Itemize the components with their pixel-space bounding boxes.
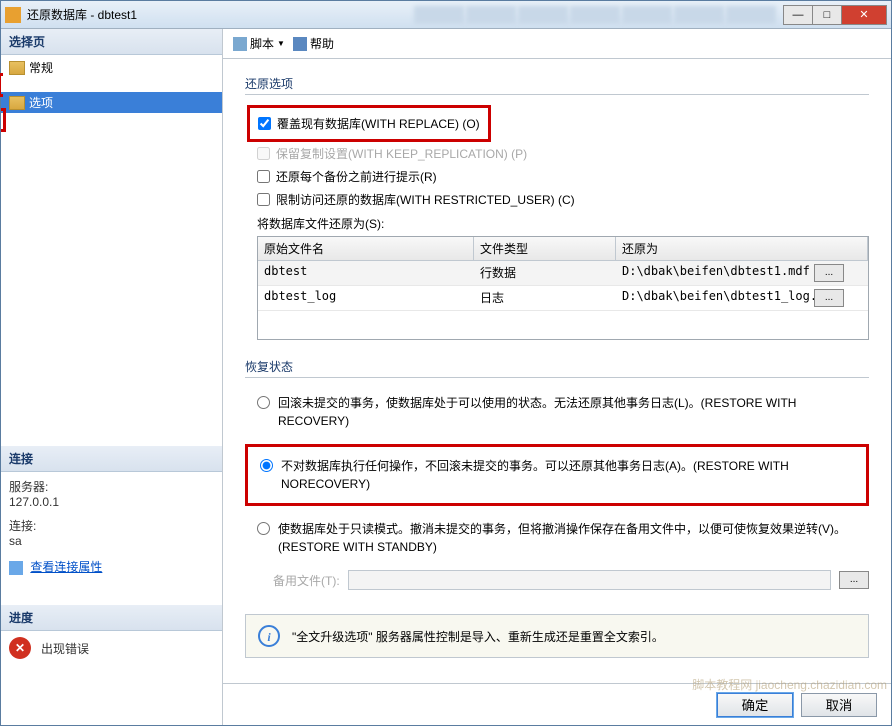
progress-status-text: 出现错误: [41, 640, 89, 657]
col-header-path[interactable]: 还原为: [616, 237, 868, 260]
window-title: 还原数据库 - dbtest1: [27, 6, 414, 23]
sidebar: 选择页 常规 选项 连接 服务器: 127.0.0.1 连接:: [1, 29, 223, 725]
info-icon: i: [258, 625, 280, 647]
progress-header: 进度: [1, 605, 222, 631]
info-box: i "全文升级选项" 服务器属性控制是导入、重新生成还是重置全文索引。: [245, 614, 869, 658]
prompt-each-label[interactable]: 还原每个备份之前进行提示(R): [276, 168, 437, 185]
minimize-button[interactable]: —: [783, 5, 813, 25]
recovery-label-1[interactable]: 回滚未提交的事务，使数据库处于可以使用的状态。无法还原其他事务日志(L)。(RE…: [278, 394, 869, 430]
file-name-cell: dbtest_log: [258, 286, 474, 310]
recovery-label-2[interactable]: 不对数据库执行任何操作，不回滚未提交的事务。可以还原其他事务日志(A)。(RES…: [281, 457, 858, 493]
close-button[interactable]: ✕: [841, 5, 887, 25]
server-label: 服务器:: [9, 478, 214, 495]
view-connection-link[interactable]: 查看连接属性: [30, 560, 102, 574]
chevron-down-icon: ▼: [277, 39, 285, 48]
page-icon: [9, 61, 25, 75]
page-icon: [9, 96, 25, 110]
backup-file-label: 备用文件(T):: [273, 572, 340, 589]
ok-button[interactable]: 确定: [717, 693, 793, 717]
prompt-each-checkbox[interactable]: [257, 170, 270, 183]
table-row[interactable]: dbtest_log 日志 D:\dbak\beifen\dbtest1_log…: [258, 286, 868, 311]
sidebar-item-general[interactable]: 常规: [1, 57, 222, 78]
keep-replication-label: 保留复制设置(WITH KEEP_REPLICATION) (P): [276, 145, 527, 162]
conn-value: sa: [9, 534, 214, 548]
info-text: "全文升级选项" 服务器属性控制是导入、重新生成还是重置全文索引。: [292, 628, 664, 645]
script-label: 脚本: [250, 35, 274, 52]
recovery-radio-standby[interactable]: [257, 522, 270, 535]
background-tabs: [414, 6, 776, 24]
restore-options-title: 还原选项: [245, 75, 869, 92]
recovery-radio-norecovery[interactable]: [260, 459, 273, 472]
server-value: 127.0.0.1: [9, 495, 214, 509]
sidebar-item-options[interactable]: 选项: [1, 92, 222, 113]
browse-button[interactable]: ...: [814, 264, 844, 282]
cancel-button[interactable]: 取消: [801, 693, 877, 717]
help-button[interactable]: 帮助: [293, 35, 334, 52]
script-icon: [233, 37, 247, 51]
help-label: 帮助: [310, 35, 334, 52]
file-table: 原始文件名 文件类型 还原为 dbtest 行数据 D:\dbak\beifen…: [257, 236, 869, 340]
restricted-checkbox[interactable]: [257, 193, 270, 206]
toolbar: 脚本 ▼ 帮助: [223, 29, 891, 59]
overwrite-checkbox[interactable]: [258, 117, 271, 130]
table-row[interactable]: dbtest 行数据 D:\dbak\beifen\dbtest1.mdf ..…: [258, 261, 868, 286]
recovery-label-3[interactable]: 使数据库处于只读模式。撤消未提交的事务，但将撤消操作保存在备用文件中，以便可使恢…: [278, 520, 869, 556]
backup-file-browse[interactable]: ...: [839, 571, 869, 589]
browse-button[interactable]: ...: [814, 289, 844, 307]
properties-icon: [9, 561, 23, 575]
sidebar-item-label: 常规: [29, 59, 53, 76]
progress-status-block: ✕ 出现错误: [1, 631, 222, 665]
select-page-header: 选择页: [1, 29, 222, 55]
conn-label: 连接:: [9, 517, 214, 534]
recovery-radio-recovery[interactable]: [257, 396, 270, 409]
file-path-cell: D:\dbak\beifen\dbtest1.mdf: [616, 261, 808, 285]
file-type-cell: 日志: [474, 286, 616, 310]
maximize-button[interactable]: □: [812, 5, 842, 25]
sidebar-item-label: 选项: [29, 94, 53, 111]
connection-header: 连接: [1, 446, 222, 472]
script-button[interactable]: 脚本 ▼: [233, 35, 285, 52]
titlebar: 还原数据库 - dbtest1 — □ ✕: [1, 1, 891, 29]
watermark: 脚本教程网 jiaocheng.chazidian.com: [692, 676, 887, 693]
file-name-cell: dbtest: [258, 261, 474, 285]
file-path-cell: D:\dbak\beifen\dbtest1_log.ldf: [616, 286, 808, 310]
app-icon: [5, 7, 21, 23]
overwrite-label[interactable]: 覆盖现有数据库(WITH REPLACE) (O): [277, 115, 480, 132]
backup-file-input: [348, 570, 831, 590]
keep-replication-checkbox: [257, 147, 270, 160]
connection-info: 服务器: 127.0.0.1 连接: sa 查看连接属性: [1, 472, 222, 581]
restricted-label[interactable]: 限制访问还原的数据库(WITH RESTRICTED_USER) (C): [276, 191, 575, 208]
error-icon: ✕: [9, 637, 31, 659]
recovery-title: 恢复状态: [245, 358, 869, 375]
col-header-type[interactable]: 文件类型: [474, 237, 616, 260]
help-icon: [293, 37, 307, 51]
col-header-name[interactable]: 原始文件名: [258, 237, 474, 260]
file-type-cell: 行数据: [474, 261, 616, 285]
restore-as-label: 将数据库文件还原为(S):: [245, 211, 869, 236]
